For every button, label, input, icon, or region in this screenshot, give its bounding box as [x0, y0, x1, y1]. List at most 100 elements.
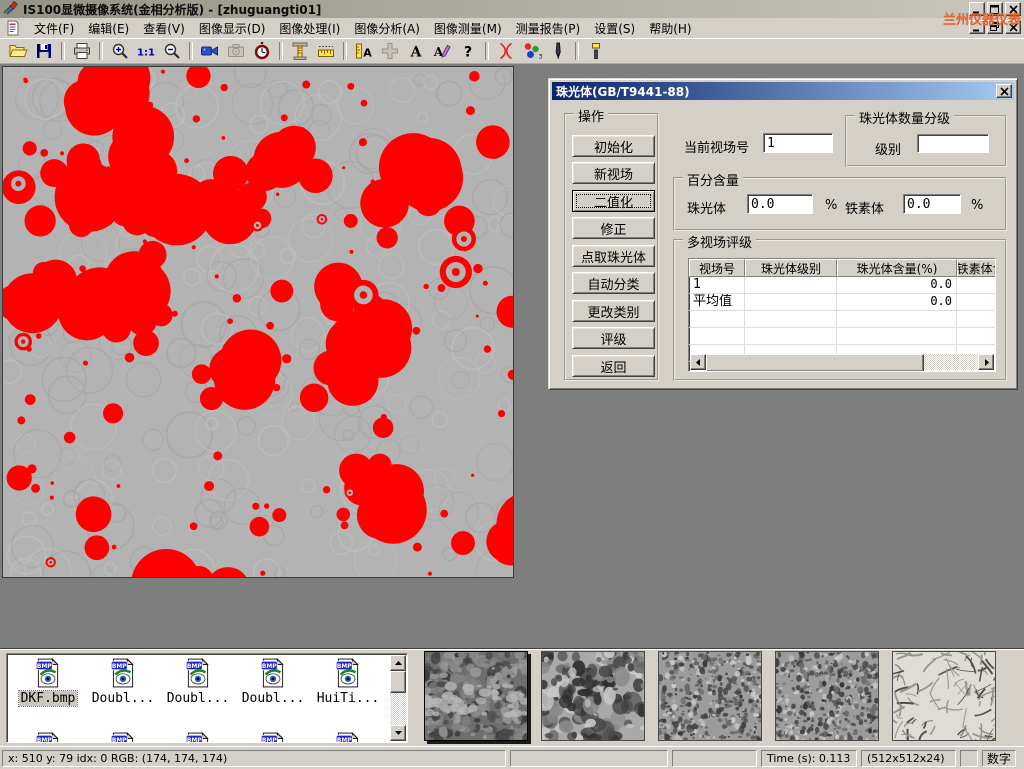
- file-scrollbar-thumb[interactable]: [390, 671, 406, 693]
- table-row[interactable]: 10.0: [689, 277, 996, 294]
- close-button[interactable]: [1005, 2, 1021, 16]
- photo-camera-button[interactable]: [223, 40, 249, 62]
- file-item-partial[interactable]: BMP: [87, 732, 159, 743]
- file-item-partial[interactable]: BMP: [162, 732, 234, 743]
- dialog-title-bar[interactable]: 珠光体(GB/T9441-88): [552, 82, 1014, 100]
- status-image-size: (512x512x24): [861, 750, 956, 767]
- table-row[interactable]: [689, 311, 996, 328]
- classify-button[interactable]: 3: [519, 40, 545, 62]
- menu-edit[interactable]: 编辑(E): [81, 18, 136, 39]
- initialize-button[interactable]: 初始化: [572, 135, 655, 157]
- file-item[interactable]: BMP DKF.bmp: [12, 658, 84, 706]
- micrograph-image[interactable]: [2, 66, 514, 578]
- print-button[interactable]: [69, 40, 95, 62]
- menu-image-analysis[interactable]: 图像分析(A): [347, 18, 427, 39]
- maximize-button[interactable]: [987, 2, 1003, 16]
- svg-text:BMP: BMP: [112, 664, 127, 670]
- menu-view[interactable]: 查看(V): [136, 18, 192, 39]
- toolbar-separator: [189, 42, 193, 60]
- stopwatch-button[interactable]: [249, 40, 275, 62]
- menu-file[interactable]: 文件(F): [27, 18, 81, 39]
- modify-button[interactable]: 修正: [572, 217, 655, 239]
- file-item[interactable]: BMP Doubl...: [237, 658, 309, 706]
- menu-image-process[interactable]: 图像处理(I): [272, 18, 347, 39]
- file-item-partial[interactable]: BMP: [12, 732, 84, 743]
- calibrate-button[interactable]: A: [351, 40, 377, 62]
- pearlite-percent-input[interactable]: [747, 194, 813, 214]
- scrollbar-track[interactable]: [924, 354, 978, 370]
- file-item[interactable]: BMP Doubl...: [87, 658, 159, 706]
- svg-text:BMP: BMP: [337, 664, 352, 670]
- actual-size-button[interactable]: 1:1: [133, 40, 159, 62]
- rating-table-body: 10.0平均值0.0: [689, 277, 995, 362]
- file-item-partial[interactable]: BMP: [237, 732, 309, 743]
- mdi-restore-button[interactable]: [987, 20, 1003, 34]
- pen-button[interactable]: [545, 40, 571, 62]
- save-button[interactable]: [31, 40, 57, 62]
- move-button[interactable]: [377, 40, 403, 62]
- status-mode: 数字: [982, 750, 1016, 767]
- file-scroll-up-button[interactable]: [390, 655, 406, 671]
- text-edit-button[interactable]: A: [429, 40, 455, 62]
- curve-measure-button[interactable]: [493, 40, 519, 62]
- file-item[interactable]: BMP HuiTi...: [312, 658, 384, 706]
- scroll-left-button[interactable]: [690, 354, 706, 370]
- open-button[interactable]: [5, 40, 31, 62]
- file-name[interactable]: Doubl...: [90, 691, 157, 706]
- file-item-partial[interactable]: BMP: [312, 732, 384, 743]
- mdi-minimize-button[interactable]: [969, 20, 985, 34]
- file-name[interactable]: Doubl...: [165, 691, 232, 706]
- caliper-button[interactable]: [287, 40, 313, 62]
- current-field-input[interactable]: [763, 133, 833, 153]
- zoom-out-button[interactable]: [159, 40, 185, 62]
- auto-classify-button[interactable]: 自动分类: [572, 272, 655, 294]
- svg-text:BMP: BMP: [37, 738, 52, 743]
- thumbnail-1[interactable]: [424, 651, 528, 741]
- scroll-right-button[interactable]: [978, 354, 994, 370]
- file-name[interactable]: Doubl...: [240, 691, 307, 706]
- minimize-button[interactable]: [969, 2, 985, 16]
- flashlight-button[interactable]: [583, 40, 609, 62]
- thumbnail-3[interactable]: [658, 651, 762, 741]
- bmp-file-icon: BMP: [110, 658, 136, 688]
- file-name[interactable]: DKF.bmp: [19, 691, 78, 706]
- menu-report[interactable]: 测量报告(P): [509, 18, 588, 39]
- mdi-close-button[interactable]: [1005, 20, 1021, 34]
- ruler-button[interactable]: [313, 40, 339, 62]
- help-button[interactable]: ?: [455, 40, 481, 62]
- file-name[interactable]: HuiTi...: [315, 691, 382, 706]
- menu-help[interactable]: 帮助(H): [642, 18, 698, 39]
- file-scrollbar[interactable]: [390, 655, 406, 741]
- thumbnail-4[interactable]: [775, 651, 879, 741]
- file-scroll-down-button[interactable]: [390, 725, 406, 741]
- document-icon[interactable]: [5, 20, 21, 36]
- thumbnail-2[interactable]: [541, 651, 645, 741]
- text-button[interactable]: A: [403, 40, 429, 62]
- table-row[interactable]: [689, 328, 996, 345]
- grade-button[interactable]: 评级: [572, 327, 655, 349]
- menu-image-measure[interactable]: 图像测量(M): [427, 18, 509, 39]
- ferrite-percent-input[interactable]: [903, 194, 961, 214]
- pick-pearlite-button[interactable]: 点取珠光体: [572, 245, 655, 267]
- dialog-close-button[interactable]: [996, 84, 1012, 98]
- thumbnail-5[interactable]: [892, 651, 996, 741]
- zoom-in-button[interactable]: [107, 40, 133, 62]
- new-field-button[interactable]: 新视场: [572, 162, 655, 184]
- svg-text:BMP: BMP: [112, 738, 127, 743]
- binarize-button[interactable]: 二值化: [572, 190, 655, 212]
- video-camera-button[interactable]: [197, 40, 223, 62]
- file-item[interactable]: BMP Doubl...: [162, 658, 234, 706]
- table-cell: [689, 311, 745, 327]
- grade-level-input[interactable]: [917, 134, 989, 153]
- operations-group: 操作 初始化新视场二值化修正点取珠光体自动分类更改类别评级返回: [564, 113, 659, 381]
- table-row[interactable]: 平均值0.0: [689, 294, 996, 311]
- dialog-title: 珠光体(GB/T9441-88): [556, 83, 690, 100]
- return-button[interactable]: 返回: [572, 355, 655, 377]
- help-icon: ?: [458, 41, 478, 61]
- change-class-button[interactable]: 更改类别: [572, 300, 655, 322]
- table-cell: 平均值: [689, 294, 745, 310]
- table-h-scrollbar[interactable]: [690, 354, 994, 370]
- menu-settings[interactable]: 设置(S): [587, 18, 642, 39]
- scrollbar-thumb[interactable]: [706, 354, 924, 372]
- menu-image-display[interactable]: 图像显示(D): [192, 18, 273, 39]
